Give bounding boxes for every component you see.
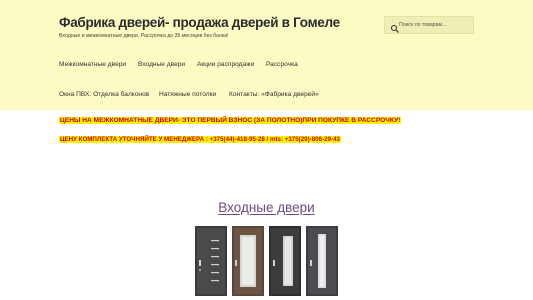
section-title-entrance-doors[interactable]: Входные двери — [0, 200, 533, 215]
site-description: Входные и межкомнатные двери. Рассрочка … — [59, 33, 229, 39]
promo-installment-banner: ЦЕНЫ НА МЕЖКОМНАТНЫЕ ДВЕРИ- ЭТО ПЕРВЫЙ В… — [59, 117, 402, 124]
nav-item-pvc-windows[interactable]: Окна ПВХ. Отделка балконов — [59, 91, 149, 98]
promo-contact-banner: ЦЕНУ КОМПЛЕКТА УТОЧНЯЙТЕ У МЕНЕДЖЕРА : +… — [59, 136, 341, 143]
search-field[interactable]: Поиск по товарам… — [384, 16, 474, 34]
door-thumbnail[interactable] — [232, 226, 264, 296]
door-thumbnail[interactable] — [269, 226, 301, 296]
door-thumbnail[interactable] — [306, 226, 338, 296]
nav-item-entrance-doors[interactable]: Входные двери — [138, 61, 185, 68]
door-thumbnail[interactable] — [195, 226, 227, 296]
nav-item-stretch-ceilings[interactable]: Натяжные потолки — [159, 91, 216, 98]
site-header: Фабрика дверей- продажа дверей в Гомеле … — [0, 0, 533, 110]
nav-item-interior-doors[interactable]: Межкомнатные двери — [59, 61, 126, 68]
site-title[interactable]: Фабрика дверей- продажа дверей в Гомеле — [59, 15, 340, 30]
nav-item-contacts[interactable]: Контакты: «Фабрика дверей» — [229, 91, 319, 98]
nav-item-sales[interactable]: Акции распродажи — [197, 61, 254, 68]
search-input[interactable]: Поиск по товарам… — [399, 22, 447, 28]
nav-item-installment[interactable]: Рассрочка — [266, 61, 298, 68]
